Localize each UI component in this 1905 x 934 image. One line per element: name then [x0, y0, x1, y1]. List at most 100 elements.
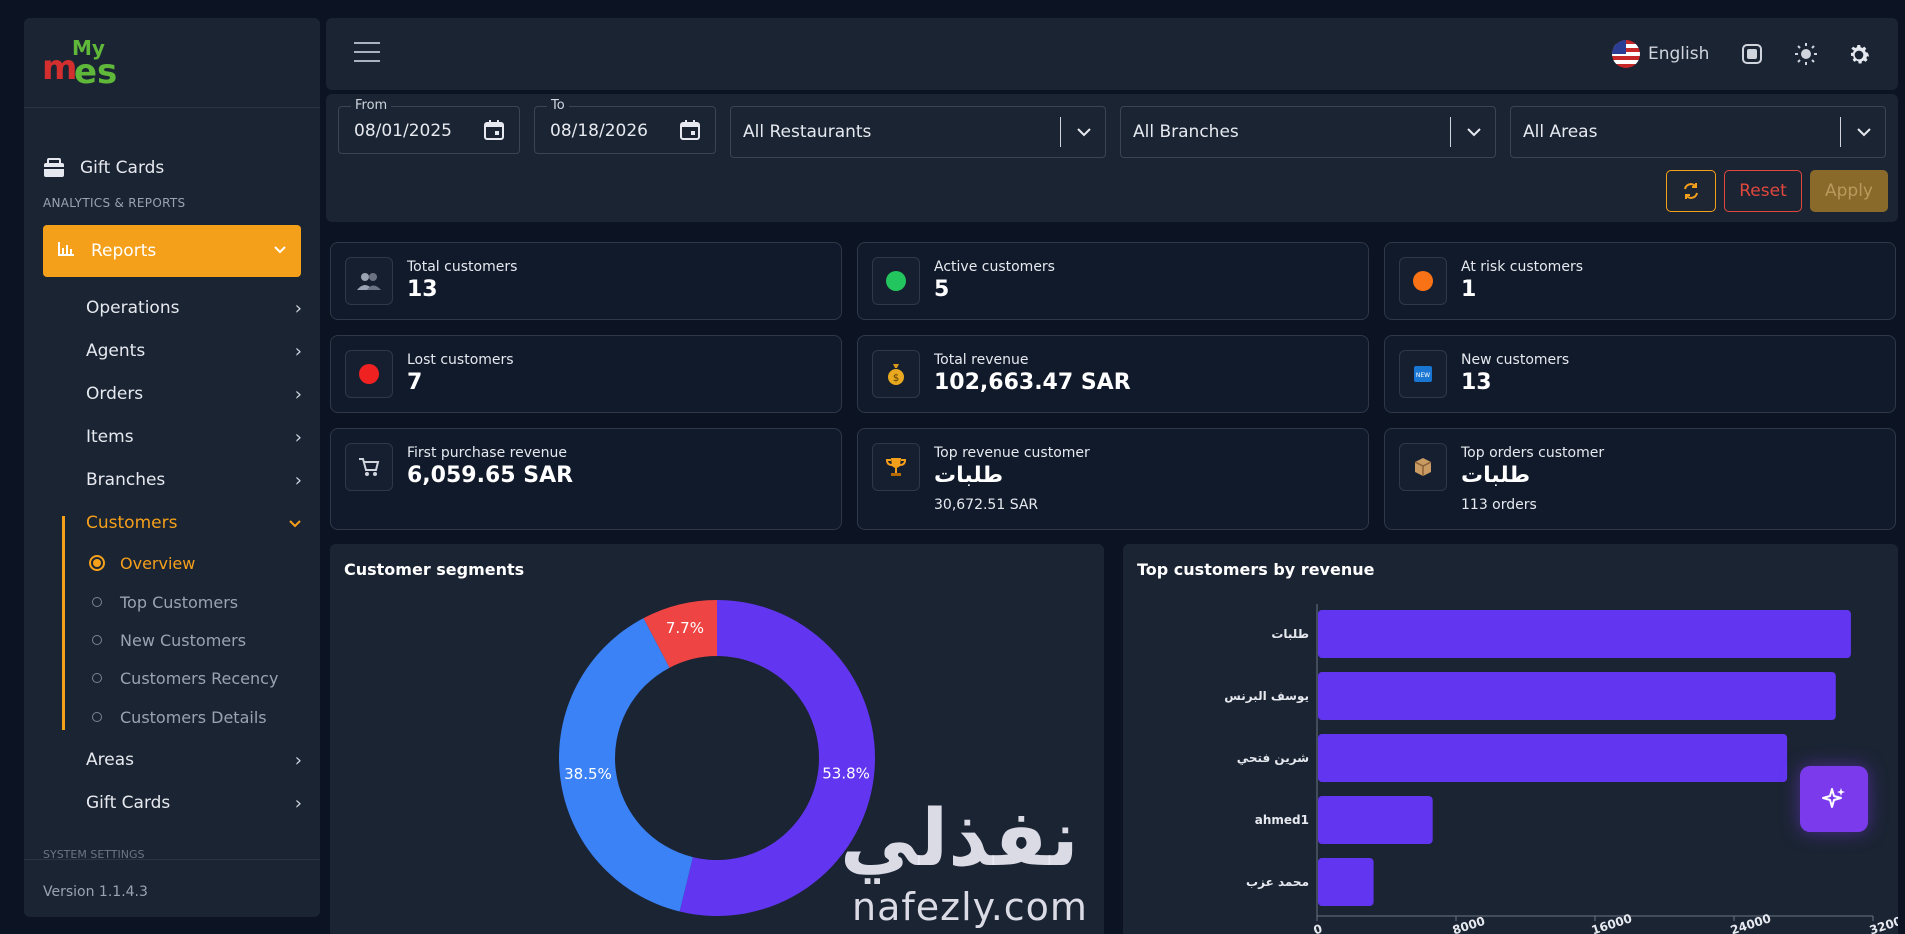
reports-label: Reports: [91, 241, 157, 261]
category-label: طلبات: [1271, 627, 1309, 641]
sidebar-item-reports[interactable]: Reports: [43, 225, 301, 277]
chevron-down-icon: [273, 243, 287, 259]
bar[interactable]: [1318, 610, 1851, 658]
chevron-right-icon: ›: [294, 297, 302, 319]
x-tick-label: 32000: [1868, 911, 1898, 934]
stat-title: First purchase revenue: [407, 445, 567, 461]
to-date-field[interactable]: To 08/18/2026: [534, 98, 716, 154]
menu-toggle-icon[interactable]: [354, 42, 380, 62]
sidebar-item-branches[interactable]: Branches ›: [86, 462, 302, 498]
section-analytics: ANALYTICS & REPORTS: [43, 196, 186, 210]
circle-icon: [92, 712, 102, 722]
ai-assistant-button[interactable]: [1800, 766, 1868, 832]
svg-text:NEW: NEW: [1416, 372, 1430, 379]
chevron-right-icon: ›: [294, 426, 302, 448]
sidebar-item-label: Items: [86, 427, 134, 447]
cart-icon: [345, 443, 393, 491]
language-selector[interactable]: English: [1612, 40, 1709, 68]
reset-button[interactable]: Reset: [1724, 170, 1802, 212]
sidebar-item-label: Branches: [86, 470, 166, 490]
sidebar-item-label: Operations: [86, 298, 180, 318]
sidebar-subitem-new-customers[interactable]: New Customers: [86, 624, 302, 656]
bar[interactable]: [1318, 672, 1836, 720]
stat-title: Active customers: [934, 259, 1055, 275]
sidebar-item-agents[interactable]: Agents ›: [86, 333, 302, 369]
sidebar-item-gift-cards[interactable]: Gift Cards ›: [86, 785, 302, 821]
stat-title: Total customers: [407, 259, 518, 275]
slice-label: 53.8%: [822, 764, 870, 782]
us-flag-icon: [1612, 40, 1640, 68]
restaurants-select[interactable]: All Restaurants: [730, 106, 1106, 158]
stat-card-total-customers: Total customers 13: [330, 242, 842, 320]
theme-sun-icon[interactable]: [1794, 42, 1818, 66]
customers-active-bar: [62, 516, 65, 730]
filter-bar: From 08/01/2025 To 08/18/2026 All Restau…: [326, 94, 1898, 222]
sidebar-item-areas[interactable]: Areas ›: [86, 742, 302, 778]
category-label: شرين فتحي: [1237, 751, 1309, 765]
stat-subtext: 113 orders: [1461, 497, 1537, 513]
sidebar-item-label: Areas: [86, 750, 134, 770]
stat-card-lost-customers: Lost customers 7: [330, 335, 842, 413]
gift-card-icon: [42, 157, 66, 179]
chevron-down-icon: [1465, 123, 1483, 141]
stat-value: 13: [407, 277, 438, 302]
from-date-field[interactable]: From 08/01/2025: [338, 98, 520, 154]
stat-title: Top orders customer: [1461, 445, 1605, 461]
top-customers-revenue-panel: Top customers by revenue طلبات يوسف البرن…: [1123, 544, 1898, 934]
stat-card-new-customers: NEW New customers 13: [1384, 335, 1896, 413]
slice-label: 38.5%: [564, 765, 612, 783]
circle-icon: [92, 673, 102, 683]
bar[interactable]: [1318, 858, 1374, 906]
stat-card-at-risk-customers: At risk customers 1: [1384, 242, 1896, 320]
bar[interactable]: [1318, 734, 1788, 782]
from-value: 08/01/2025: [354, 121, 452, 141]
calendar-icon[interactable]: [483, 119, 505, 141]
sidebar-subitem-overview[interactable]: Overview: [86, 547, 302, 579]
sparkle-icon: [1822, 788, 1845, 808]
branches-select[interactable]: All Branches: [1120, 106, 1496, 158]
sidebar-item-customers[interactable]: Customers: [86, 505, 302, 541]
new-badge-icon: NEW: [1399, 350, 1447, 398]
chevron-down-icon: [1075, 123, 1093, 141]
divider: [1450, 117, 1451, 147]
x-tick-label: 0: [1312, 922, 1324, 934]
stat-value: 1: [1461, 277, 1477, 302]
apply-button[interactable]: Apply: [1810, 170, 1888, 212]
sidebar-subitem-customers-details[interactable]: Customers Details: [86, 701, 302, 733]
category-label: محمد عزب: [1246, 875, 1309, 889]
stat-title: Top revenue customer: [934, 445, 1090, 461]
calendar-icon[interactable]: [679, 119, 701, 141]
sidebar-subitem-customers-recency[interactable]: Customers Recency: [86, 662, 302, 694]
sidebar-item-items[interactable]: Items ›: [86, 419, 302, 455]
watermark-latin: nafezly.com: [852, 885, 1088, 929]
sidebar-item-orders[interactable]: Orders ›: [86, 376, 302, 412]
watermark-arabic: نفذلي: [840, 794, 1079, 884]
fullscreen-icon[interactable]: [1740, 42, 1764, 66]
settings-gear-icon[interactable]: [1846, 42, 1870, 66]
stat-value: 13: [1461, 370, 1492, 395]
chevron-down-icon: [288, 513, 302, 534]
subitem-label: Customers Recency: [120, 668, 279, 688]
sidebar-item-gift-cards-top[interactable]: Gift Cards: [42, 148, 302, 188]
stat-title: Lost customers: [407, 352, 514, 368]
sidebar-subitem-top-customers[interactable]: Top Customers: [86, 586, 302, 618]
green-dot-icon: [872, 257, 920, 305]
subitem-label: New Customers: [120, 630, 247, 650]
sidebar-item-label: Gift Cards: [86, 793, 171, 813]
bar[interactable]: [1318, 796, 1433, 844]
bar-chart-icon: [57, 241, 77, 262]
sidebar-item-label: Gift Cards: [80, 158, 165, 178]
sidebar-item-label: Orders: [86, 384, 144, 404]
areas-select[interactable]: All Areas: [1510, 106, 1886, 158]
refresh-button[interactable]: [1666, 170, 1716, 212]
logo[interactable]: m My es: [42, 36, 122, 92]
svg-text:$: $: [893, 373, 899, 384]
stat-card-top-revenue-customer: Top revenue customer طلبات 30,672.51 SAR: [857, 428, 1369, 530]
stat-title: At risk customers: [1461, 259, 1583, 275]
stat-card-top-orders-customer: Top orders customer طلبات 113 orders: [1384, 428, 1896, 530]
money-bag-icon: $: [872, 350, 920, 398]
version-label: Version 1.1.4.3: [43, 884, 148, 900]
sidebar-item-operations[interactable]: Operations ›: [86, 290, 302, 326]
sidebar-item-label: Customers: [86, 513, 178, 533]
chevron-down-icon: [1855, 123, 1873, 141]
